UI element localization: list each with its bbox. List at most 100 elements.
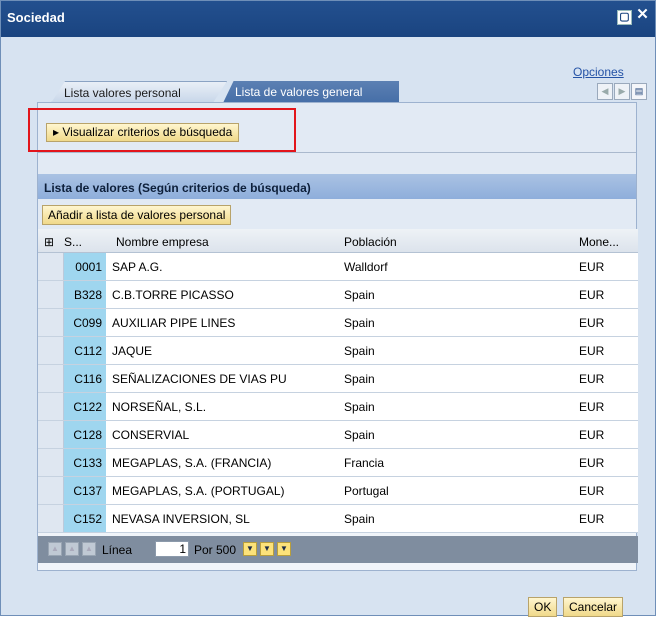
triangle-right-icon: ▸	[53, 125, 60, 139]
cell-name: JAQUE	[112, 344, 153, 358]
table-row[interactable]: C099 AUXILIAR PIPE LINES Spain EUR	[38, 309, 638, 337]
next-row-icon[interactable]: ▼	[243, 542, 257, 556]
values-table: ⊞ S... Nombre empresa Población Mone... …	[38, 229, 638, 533]
cell-city: Spain	[344, 288, 375, 302]
row-selector[interactable]	[38, 505, 64, 532]
list-toolbar: Añadir a lista de valores personal	[38, 199, 636, 229]
row-selector[interactable]	[38, 337, 64, 364]
add-to-personal-list-button[interactable]: Añadir a lista de valores personal	[42, 205, 232, 225]
column-header-city[interactable]: Población	[344, 235, 397, 249]
line-label: Línea	[102, 543, 133, 557]
opciones-link[interactable]: Opciones	[573, 65, 624, 79]
cell-name: C.B.TORRE PICASSO	[112, 288, 234, 302]
table-row[interactable]: C152 NEVASA INVERSION, SL Spain EUR	[38, 505, 638, 533]
cell-city: Spain	[344, 344, 375, 358]
cell-city: Spain	[344, 400, 375, 414]
cell-currency: EUR	[579, 344, 605, 358]
cell-currency: EUR	[579, 372, 605, 386]
tab-navigation: ◀ ▶ ▤	[596, 83, 647, 101]
row-selector[interactable]	[38, 393, 64, 420]
criteria-area: ▸ Visualizar criterios de búsqueda	[28, 103, 636, 174]
show-search-criteria-label: Visualizar criterios de búsqueda	[62, 125, 233, 139]
table-row[interactable]: C133 MEGAPLAS, S.A. (FRANCIA) Francia EUR	[38, 449, 638, 477]
table-header: ⊞ S... Nombre empresa Población Mone...	[38, 229, 638, 253]
next-page-icon[interactable]: ▼	[260, 542, 274, 556]
cell-name: SEÑALIZACIONES DE VIAS PU	[112, 372, 287, 386]
table-row[interactable]: C122 NORSEÑAL, S.L. Spain EUR	[38, 393, 638, 421]
cell-name: AUXILIAR PIPE LINES	[112, 316, 236, 330]
scroll-right-icon[interactable]: ▶	[614, 83, 630, 100]
cell-city: Walldorf	[344, 260, 388, 274]
cell-currency: EUR	[579, 316, 605, 330]
show-search-criteria-button[interactable]: ▸ Visualizar criterios de búsqueda	[46, 123, 240, 142]
cell-city: Francia	[344, 456, 385, 470]
last-page-icon[interactable]: ▼	[277, 542, 291, 556]
cell-currency: EUR	[579, 260, 605, 274]
table-row[interactable]: B328 C.B.TORRE PICASSO Spain EUR	[38, 281, 638, 309]
tab-panel: ▸ Visualizar criterios de búsqueda Lista…	[28, 102, 638, 571]
per-page-label: Por 500	[194, 543, 237, 557]
window-title: Sociedad	[7, 10, 65, 25]
cell-currency: EUR	[579, 288, 605, 302]
cell-city: Spain	[344, 512, 375, 526]
cell-city: Spain	[344, 316, 375, 330]
cell-code: C152	[64, 505, 106, 532]
cell-name: MEGAPLAS, S.A. (PORTUGAL)	[112, 484, 285, 498]
table-settings-icon[interactable]: ⊞	[44, 235, 54, 249]
cell-code: B328	[64, 281, 106, 308]
cell-currency: EUR	[579, 456, 605, 470]
cell-name: MEGAPLAS, S.A. (FRANCIA)	[112, 456, 272, 470]
cell-city: Spain	[344, 428, 375, 442]
cell-currency: EUR	[579, 400, 605, 414]
table-row[interactable]: C116 SEÑALIZACIONES DE VIAS PU Spain EUR	[38, 365, 638, 393]
row-selector[interactable]	[38, 365, 64, 392]
tab-lista-valores-general[interactable]: Lista de valores general	[223, 81, 399, 103]
table-row[interactable]: C128 CONSERVIAL Spain EUR	[38, 421, 638, 449]
cell-name: NORSEÑAL, S.L.	[112, 400, 207, 414]
cell-code: C122	[64, 393, 106, 420]
cell-currency: EUR	[579, 512, 605, 526]
row-selector[interactable]	[38, 477, 64, 504]
tab-list-icon[interactable]: ▤	[631, 83, 647, 100]
line-input[interactable]: 1	[155, 541, 189, 557]
cell-name: NEVASA INVERSION, SL	[112, 512, 250, 526]
cell-code: 0001	[64, 253, 106, 280]
row-selector[interactable]	[38, 309, 64, 336]
title-bar: Sociedad ▢ ✕	[1, 1, 655, 37]
row-selector[interactable]	[38, 449, 64, 476]
cell-city: Spain	[344, 372, 375, 386]
maximize-icon[interactable]: ▢	[617, 10, 632, 25]
row-selector[interactable]	[38, 281, 64, 308]
tab-lista-valores-personal[interactable]: Lista valores personal	[51, 81, 227, 103]
divider	[38, 152, 636, 153]
cell-code: C112	[64, 337, 106, 364]
list-title: Lista de valores (Según criterios de bús…	[38, 174, 636, 199]
cell-name: SAP A.G.	[112, 260, 163, 274]
scroll-left-icon[interactable]: ◀	[597, 83, 613, 100]
cancel-button[interactable]: Cancelar	[563, 597, 624, 617]
close-icon[interactable]: ✕	[635, 7, 650, 23]
cell-code: C137	[64, 477, 106, 504]
cell-city: Portugal	[344, 484, 389, 498]
cell-currency: EUR	[579, 428, 605, 442]
table-footer: ▲ ▲ ▲ Línea 1 Por 500 ▼ ▼ ▼	[38, 536, 638, 563]
sociedad-dialog: Sociedad ▢ ✕ Opciones ◀ ▶ ▤ Lista valore…	[0, 0, 656, 617]
cell-code: C128	[64, 421, 106, 448]
cell-code: C116	[64, 365, 106, 392]
table-row[interactable]: C137 MEGAPLAS, S.A. (PORTUGAL) Portugal EUR	[38, 477, 638, 505]
table-row[interactable]: C112 JAQUE Spain EUR	[38, 337, 638, 365]
table-row[interactable]: 0001 SAP A.G. Walldorf EUR	[38, 253, 638, 281]
prev-row-icon[interactable]: ▲	[82, 542, 96, 556]
row-selector[interactable]	[38, 421, 64, 448]
ok-button[interactable]: OK	[528, 597, 558, 617]
cell-code: C133	[64, 449, 106, 476]
first-page-icon[interactable]: ▲	[48, 542, 62, 556]
cell-name: CONSERVIAL	[112, 428, 190, 442]
cell-currency: EUR	[579, 484, 605, 498]
cell-code: C099	[64, 309, 106, 336]
column-header-currency[interactable]: Mone...	[579, 235, 619, 249]
row-selector[interactable]	[38, 253, 64, 280]
prev-page-icon[interactable]: ▲	[65, 542, 79, 556]
column-header-code[interactable]: S...	[64, 235, 82, 249]
column-header-name[interactable]: Nombre empresa	[116, 235, 209, 249]
